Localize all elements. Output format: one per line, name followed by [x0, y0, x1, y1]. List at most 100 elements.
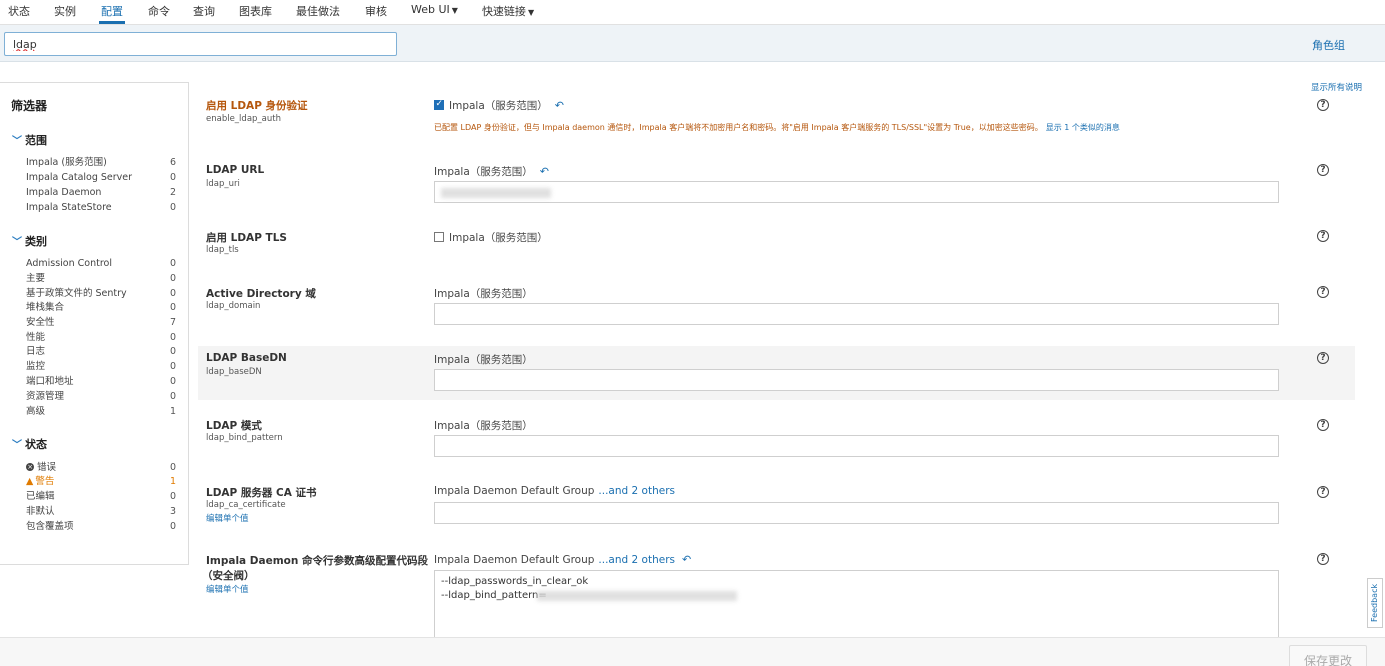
filter-section-label: 类别 — [25, 235, 47, 248]
filter-item[interactable]: Admission Control 0 — [26, 257, 176, 270]
filter-item-count: 0 — [169, 361, 176, 372]
filter-item[interactable]: 高级 1 — [26, 405, 176, 418]
filter-item[interactable]: 基于政策文件的 Sentry 0 — [26, 287, 176, 300]
redacted-value — [537, 591, 737, 601]
bottom-bar: 保存更改 — [0, 637, 1385, 666]
tab-audit[interactable]: 审核 — [365, 0, 387, 24]
help-circle-icon[interactable]: ? — [1317, 419, 1329, 431]
filter-section-status[interactable]: ﹀ 状态 — [12, 436, 47, 452]
filter-item[interactable]: Impala Daemon 2 — [26, 186, 176, 199]
scope-label: Impala Daemon Default Group — [434, 554, 595, 566]
filter-item[interactable]: 端口和地址 0 — [26, 375, 176, 388]
tab-status[interactable]: 状态 — [8, 0, 30, 24]
and-others-link[interactable]: ...and 2 others — [598, 485, 675, 497]
property-scope: Impala（服务范围） — [434, 354, 533, 366]
filter-item[interactable]: 性能 0 — [26, 331, 176, 344]
property-scope: Impala（服务范围） — [434, 420, 533, 432]
chevron-down-icon: ﹀ — [12, 136, 22, 147]
filter-item-warning[interactable]: ▲ 警告 1 — [26, 475, 176, 488]
tab-quick-links[interactable]: 快速链接 ▼ — [482, 0, 534, 24]
safety-valve-textarea[interactable]: --ldap_passwords_in_clear_ok --ldap_bind… — [434, 570, 1279, 640]
help-circle-icon[interactable]: ? — [1317, 486, 1329, 498]
help-circle-icon[interactable]: ? — [1317, 286, 1329, 298]
filter-item-error[interactable]: 错误 0 — [26, 461, 176, 474]
help-circle-icon[interactable]: ? — [1317, 352, 1329, 364]
config-row-ldap-tls: 启用 LDAP TLS ldap_tls Impala（服务范围） ? — [198, 223, 1355, 273]
search-input[interactable] — [4, 32, 397, 56]
filter-item-count: 0 — [169, 172, 176, 183]
filter-section-label: 状态 — [25, 438, 47, 451]
filter-item[interactable]: 监控 0 — [26, 360, 176, 373]
filter-item[interactable]: Impala Catalog Server 0 — [26, 171, 176, 184]
ad-domain-input[interactable] — [434, 303, 1279, 325]
filter-item-label: Impala Daemon — [26, 187, 102, 198]
filter-item[interactable]: 安全性 7 — [26, 316, 176, 329]
property-name: LDAP URL — [206, 164, 265, 176]
ldap-tls-checkbox[interactable] — [434, 232, 444, 242]
filter-item-label: 堆栈集合 — [26, 302, 65, 313]
save-changes-button[interactable]: 保存更改 — [1289, 645, 1367, 666]
filter-item-count: 0 — [169, 202, 176, 213]
tab-queries[interactable]: 查询 — [193, 0, 215, 24]
ldap-ca-cert-input[interactable] — [434, 502, 1279, 524]
filter-item-count: 0 — [169, 521, 176, 532]
filter-item-count: 0 — [169, 288, 176, 299]
filter-item-count: 6 — [169, 157, 176, 168]
enable-ldap-auth-checkbox[interactable] — [434, 99, 444, 110]
feedback-tab[interactable]: Feedback — [1367, 578, 1383, 628]
help-circle-icon[interactable]: ? — [1317, 230, 1329, 242]
undo-arrow-icon[interactable]: ↶ — [540, 165, 549, 178]
property-key: ldap_uri — [206, 179, 240, 189]
edit-individual-values-link[interactable]: 编辑单个值 — [206, 583, 249, 595]
filter-item-count: 1 — [169, 476, 176, 487]
warning-message: 已配置 LDAP 身份验证，但与 Impala daemon 通信时，Impal… — [434, 122, 1120, 133]
filter-item-count: 0 — [169, 258, 176, 269]
chevron-down-icon: ﹀ — [12, 440, 22, 451]
property-scope: Impala（服务范围） — [434, 230, 548, 245]
filter-item-count: 2 — [169, 187, 176, 198]
filter-item[interactable]: 主要 0 — [26, 272, 176, 285]
filter-item[interactable]: Impala StateStore 0 — [26, 201, 176, 214]
filter-item-count: 0 — [169, 346, 176, 357]
tab-instances[interactable]: 实例 — [54, 0, 76, 24]
ldap-pattern-input[interactable] — [434, 435, 1279, 457]
filter-item-count: 1 — [169, 406, 176, 417]
filter-item[interactable]: 日志 0 — [26, 345, 176, 358]
filter-item-label: 已编辑 — [26, 491, 55, 502]
filter-item[interactable]: 非默认 3 — [26, 505, 176, 518]
tab-configuration[interactable]: 配置 — [99, 0, 125, 24]
filter-item-count: 0 — [169, 302, 176, 313]
filter-item-label: 包含覆盖项 — [26, 521, 74, 532]
filter-item[interactable]: 资源管理 0 — [26, 390, 176, 403]
filter-item-label: 监控 — [26, 361, 46, 372]
property-key: ldap_baseDN — [206, 367, 262, 377]
filter-item[interactable]: 堆栈集合 0 — [26, 301, 176, 314]
filter-item-label: Impala StateStore — [26, 202, 112, 213]
help-circle-icon[interactable]: ? — [1317, 99, 1329, 111]
help-circle-icon[interactable]: ? — [1317, 164, 1329, 176]
filter-section-scope[interactable]: ﹀ 范围 — [12, 132, 47, 148]
help-circle-icon[interactable]: ? — [1317, 553, 1329, 565]
role-group-link[interactable]: 角色组 — [1312, 37, 1345, 53]
undo-arrow-icon[interactable]: ↶ — [682, 553, 691, 566]
filter-item[interactable]: 包含覆盖项 0 — [26, 520, 176, 533]
edit-individual-values-link[interactable]: 编辑单个值 — [206, 512, 249, 524]
textarea-line: --ldap_passwords_in_clear_ok — [441, 576, 589, 587]
tab-commands[interactable]: 命令 — [148, 0, 170, 24]
filter-item[interactable]: Impala (服务范围) 6 — [26, 156, 176, 169]
filter-section-category[interactable]: ﹀ 类别 — [12, 233, 47, 249]
and-others-link[interactable]: ...and 2 others — [598, 554, 675, 566]
filter-item[interactable]: 已编辑 0 — [26, 490, 176, 503]
undo-arrow-icon[interactable]: ↶ — [555, 99, 564, 112]
config-row-ldap-ca-cert: LDAP 服务器 CA 证书 ldap_ca_certificate 编辑单个值… — [198, 480, 1355, 540]
tab-charts[interactable]: 图表库 — [239, 0, 272, 24]
tab-web-ui-label: Web UI — [411, 3, 450, 16]
filter-item-label: 日志 — [26, 346, 46, 357]
tab-best-practices[interactable]: 最佳做法 — [296, 0, 340, 24]
ldap-url-input[interactable] — [434, 181, 1279, 203]
show-similar-messages-link[interactable]: 显示 1 个类似的消息 — [1046, 123, 1120, 132]
ldap-basedn-input[interactable] — [434, 369, 1279, 391]
filter-item-count: 0 — [169, 391, 176, 402]
warning-text: 已配置 LDAP 身份验证，但与 Impala daemon 通信时，Impal… — [434, 123, 1043, 132]
tab-web-ui[interactable]: Web UI ▼ — [411, 0, 458, 24]
